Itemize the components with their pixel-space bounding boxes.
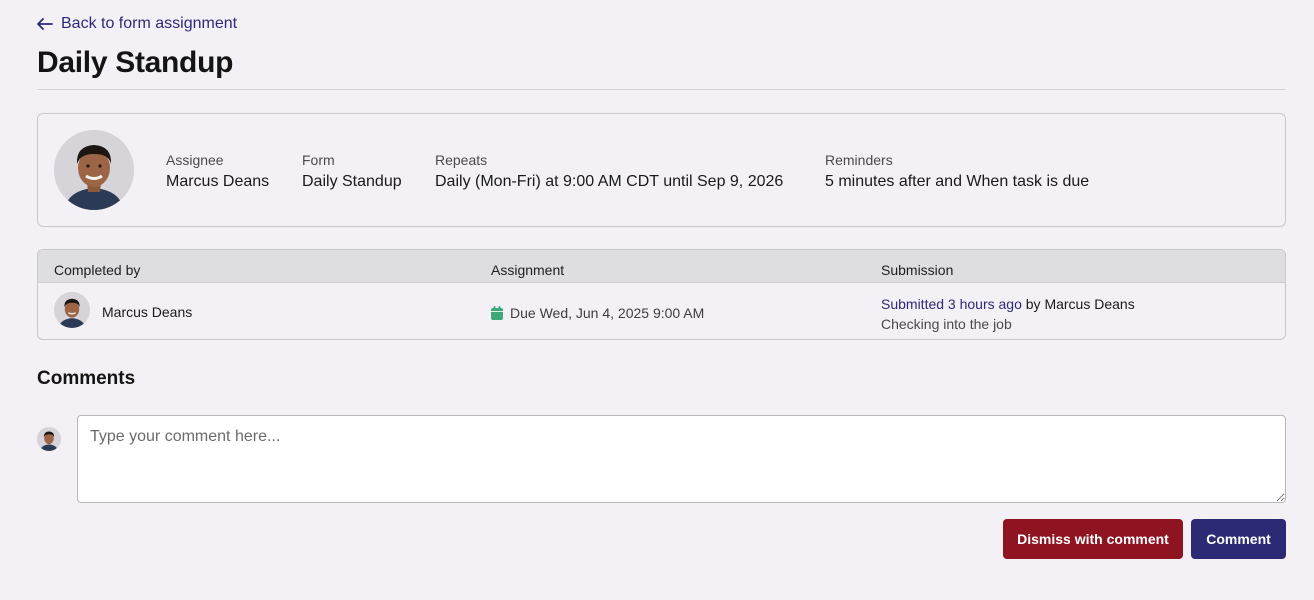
assignee-value: Marcus Deans: [166, 173, 270, 190]
comments-heading: Comments: [37, 368, 136, 389]
page-title: Daily Standup: [37, 46, 234, 79]
header-submission: Submission: [881, 262, 954, 278]
title-divider: [37, 89, 1286, 90]
header-assignment: Assignment: [491, 262, 565, 278]
completion-table: Completed by Assignment Submission Marcu…: [37, 249, 1286, 340]
reminders-label: Reminders: [825, 152, 893, 168]
current-user-avatar: [37, 427, 61, 451]
due-date-text: Due Wed, Jun 4, 2025 9:00 AM: [510, 305, 705, 321]
submission-link[interactable]: Submitted 3 hours ago: [881, 296, 1022, 312]
submitted-by: by Marcus Deans: [1025, 296, 1135, 312]
repeats-value: Daily (Mon-Fri) at 9:00 AM CDT until Sep…: [435, 173, 784, 190]
table-row: Marcus Deans Due Wed, Jun 4, 2025 9:00 A…: [38, 283, 1285, 339]
assignment-due: Due Wed, Jun 4, 2025 9:00 AM: [491, 305, 704, 321]
reminders-value: 5 minutes after and When task is due: [825, 173, 1090, 190]
submission-note: Checking into the job: [881, 316, 1012, 332]
comment-input[interactable]: [77, 415, 1286, 503]
assignee-field: Assignee Marcus Deans: [166, 152, 269, 191]
completed-by-avatar: [54, 292, 90, 328]
form-field: Form Daily Standup: [302, 152, 402, 191]
form-label: Form: [302, 152, 335, 168]
reminders-field: Reminders 5 minutes after and When task …: [825, 152, 1089, 191]
assignee-label: Assignee: [166, 152, 224, 168]
form-value: Daily Standup: [302, 173, 402, 190]
table-header: Completed by Assignment Submission: [38, 250, 1285, 283]
repeats-field: Repeats Daily (Mon-Fri) at 9:00 AM CDT u…: [435, 152, 783, 191]
calendar-icon: [491, 306, 503, 320]
back-link-label: Back to form assignment: [61, 15, 238, 32]
completed-by-name: Marcus Deans: [102, 304, 193, 320]
header-completed-by: Completed by: [54, 262, 141, 278]
submission-cell: Submitted 3 hours ago by Marcus Deans Ch…: [881, 294, 1135, 334]
arrow-left-icon: [37, 18, 53, 30]
back-to-form-assignment-link[interactable]: Back to form assignment: [37, 15, 237, 33]
comment-button[interactable]: Comment: [1191, 519, 1286, 559]
repeats-label: Repeats: [435, 152, 488, 168]
assignee-avatar: [54, 130, 134, 210]
dismiss-with-comment-button[interactable]: Dismiss with comment: [1003, 519, 1183, 559]
assignment-info-card: Assignee Marcus Deans Form Daily Standup…: [37, 113, 1286, 227]
